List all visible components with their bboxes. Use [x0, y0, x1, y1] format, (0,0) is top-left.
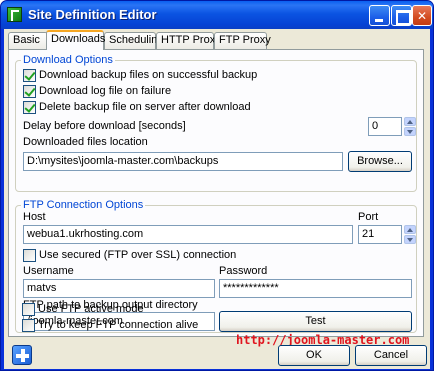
password-input[interactable]: *************	[219, 279, 412, 298]
delete-backup-label[interactable]: Delete backup file on server after downl…	[39, 101, 251, 113]
secured-connection-checkbox[interactable]	[23, 249, 36, 262]
browse-button[interactable]: Browse...	[348, 151, 412, 172]
ftp-active-mode-checkbox[interactable]	[22, 303, 35, 316]
ftp-options-legend: FTP Connection Options	[21, 199, 146, 211]
title-bar[interactable]: Site Definition Editor	[1, 1, 433, 29]
close-icon[interactable]	[412, 5, 432, 26]
spinner-down-icon[interactable]	[404, 235, 416, 244]
download-log-checkbox[interactable]	[23, 85, 36, 98]
secured-connection-label[interactable]: Use secured (FTP over SSL) connection	[39, 249, 236, 261]
window-title: Site Definition Editor	[28, 7, 157, 22]
location-input[interactable]: D:\mysites\joomla-master.com\backups	[23, 152, 343, 171]
host-label: Host	[23, 211, 46, 223]
username-label: Username	[23, 265, 74, 277]
ftp-active-mode-label[interactable]: Use FTP active mode	[38, 303, 144, 315]
test-button[interactable]: Test	[219, 311, 412, 332]
download-options-legend: Download Options	[21, 54, 115, 66]
site-definition-editor-window: Site Definition Editor Basic Downloads S…	[0, 0, 434, 371]
tab-scheduling[interactable]: Scheduling	[104, 32, 163, 49]
downloads-tab-panel: Download Options Download backup files o…	[8, 49, 424, 337]
spinner-up-icon[interactable]	[404, 117, 416, 126]
keep-alive-label[interactable]: Try to keep FTP connection alive	[38, 319, 198, 331]
tab-downloads[interactable]: Downloads	[46, 30, 105, 50]
host-input[interactable]: webua1.ukrhosting.com	[23, 225, 353, 244]
keep-alive-checkbox[interactable]	[22, 319, 35, 332]
delay-label: Delay before download [seconds]	[23, 120, 186, 132]
password-label: Password	[219, 265, 268, 277]
maximize-icon[interactable]	[391, 5, 412, 26]
tab-basic[interactable]: Basic	[8, 32, 48, 49]
location-label: Downloaded files location	[23, 136, 148, 148]
download-options-group: Download Options Download backup files o…	[15, 54, 417, 192]
delay-input[interactable]: 0	[368, 117, 402, 136]
download-log-label[interactable]: Download log file on failure	[39, 85, 171, 97]
delete-backup-checkbox[interactable]	[23, 101, 36, 114]
cancel-button[interactable]: Cancel	[355, 345, 427, 366]
app-icon	[7, 7, 22, 22]
port-spinner[interactable]	[404, 225, 416, 244]
download-backup-checkbox[interactable]	[23, 69, 36, 82]
add-icon[interactable]	[12, 345, 32, 365]
minimize-icon[interactable]	[369, 5, 390, 26]
delay-spinner[interactable]	[404, 117, 416, 136]
username-input[interactable]: matvs	[23, 279, 215, 298]
port-input[interactable]: 21	[358, 225, 402, 244]
tab-ftp-proxy[interactable]: FTP Proxy	[214, 32, 271, 49]
spinner-up-icon[interactable]	[404, 225, 416, 234]
port-label: Port	[358, 211, 379, 223]
dialog-client-area: Basic Downloads Scheduling HTTP Proxy FT…	[4, 29, 430, 369]
spinner-down-icon[interactable]	[404, 127, 416, 136]
download-backup-label[interactable]: Download backup files on successful back…	[39, 69, 257, 81]
tab-http-proxy[interactable]: HTTP Proxy	[156, 32, 221, 49]
ok-button[interactable]: OK	[278, 345, 350, 366]
